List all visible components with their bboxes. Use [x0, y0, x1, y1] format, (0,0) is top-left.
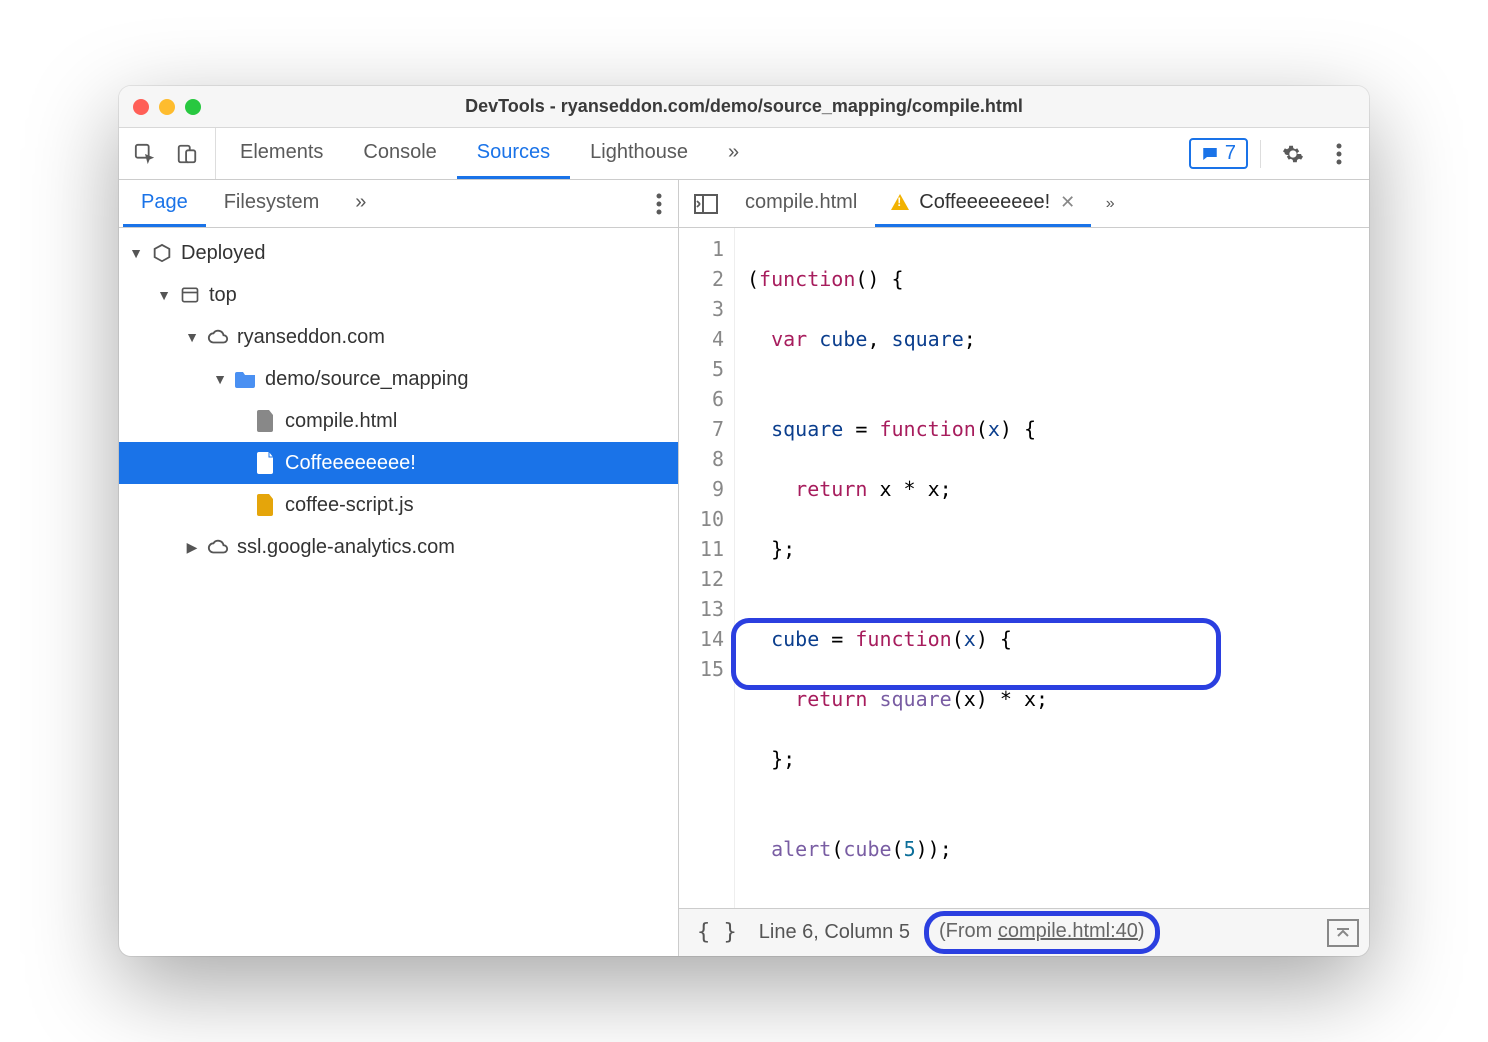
tree-label: compile.html [285, 410, 397, 433]
editor-tabs-overflow[interactable]: » [1093, 180, 1127, 227]
editor-tab-coffee[interactable]: Coffeeeeeeee! ✕ [875, 180, 1091, 227]
disclosure-triangle-icon: ▼ [185, 329, 199, 345]
source-origin-link[interactable]: compile.html:40 [998, 920, 1138, 942]
code-content[interactable]: (function() { var cube, square; square =… [735, 228, 1369, 908]
pretty-print-button[interactable]: { } [689, 920, 745, 945]
tree-file-compile-html[interactable]: compile.html [119, 400, 678, 442]
line-number: 4 [679, 324, 724, 354]
frame-icon [179, 284, 201, 306]
issues-badge[interactable]: 7 [1189, 138, 1248, 169]
device-toggle-icon[interactable] [167, 134, 207, 174]
warning-icon [891, 194, 909, 210]
file-icon [255, 410, 277, 432]
editor-tabstrip: compile.html Coffeeeeeeee! ✕ » [679, 180, 1369, 228]
from-suffix: ) [1138, 920, 1145, 942]
tree-label: ssl.google-analytics.com [237, 536, 455, 559]
cloud-icon [207, 536, 229, 558]
tree-file-coffee[interactable]: Coffeeeeeeee! [119, 442, 678, 484]
navigator-kebab-icon[interactable] [644, 180, 674, 227]
main-toolbar: Elements Console Sources Lighthouse » 7 [119, 128, 1369, 180]
toolbar-divider [1260, 140, 1261, 168]
line-number: 8 [679, 444, 724, 474]
tree-label: Deployed [181, 242, 266, 265]
tree-label: demo/source_mapping [265, 368, 468, 391]
editor-tab-label: Coffeeeeeeee! [919, 191, 1050, 214]
js-file-icon [255, 494, 277, 516]
line-number: 14 [679, 624, 724, 654]
editor-area: compile.html Coffeeeeeeee! ✕ » 1 2 3 4 5… [679, 180, 1369, 956]
navigator-tab-page[interactable]: Page [123, 180, 206, 227]
tree-label: ryanseddon.com [237, 326, 385, 349]
tree-file-coffee-script-js[interactable]: coffee-script.js [119, 484, 678, 526]
cursor-position: Line 6, Column 5 [759, 921, 910, 944]
tree-label: Coffeeeeeeee! [285, 452, 416, 475]
cube-icon [151, 242, 173, 264]
tab-console[interactable]: Console [343, 128, 456, 179]
tab-elements[interactable]: Elements [220, 128, 343, 179]
traffic-lights [133, 99, 201, 115]
line-number: 13 [679, 594, 724, 624]
tree-root-deployed[interactable]: ▼ Deployed [119, 232, 678, 274]
show-drawer-icon[interactable] [1327, 919, 1359, 947]
tab-sources[interactable]: Sources [457, 128, 570, 179]
line-number: 11 [679, 534, 724, 564]
settings-icon[interactable] [1273, 134, 1313, 174]
line-number: 6 [679, 384, 724, 414]
toggle-navigator-icon[interactable] [685, 180, 727, 227]
devtools-window: DevTools - ryanseddon.com/demo/source_ma… [119, 86, 1369, 956]
tabs-overflow-button[interactable]: » [708, 128, 759, 179]
line-number: 3 [679, 294, 724, 324]
tree-domain-ga[interactable]: ▶ ssl.google-analytics.com [119, 526, 678, 568]
window-title: DevTools - ryanseddon.com/demo/source_ma… [119, 96, 1369, 117]
tab-lighthouse[interactable]: Lighthouse [570, 128, 708, 179]
line-number: 10 [679, 504, 724, 534]
highlight-ring-from: (From compile.html:40) [924, 911, 1160, 954]
navigator-tab-filesystem[interactable]: Filesystem [206, 180, 338, 227]
line-number: 12 [679, 564, 724, 594]
minimize-window-button[interactable] [159, 99, 175, 115]
line-number: 5 [679, 354, 724, 384]
line-number: 9 [679, 474, 724, 504]
navigator-sidebar: Page Filesystem » ▼ Deployed ▼ [119, 180, 679, 956]
code-editor[interactable]: 1 2 3 4 5 6 7 8 9 10 11 12 13 14 15 (fun… [679, 228, 1369, 908]
close-window-button[interactable] [133, 99, 149, 115]
file-icon [255, 452, 277, 474]
tree-label: top [209, 284, 237, 307]
issues-icon [1201, 145, 1219, 163]
line-number: 15 [679, 654, 724, 684]
disclosure-triangle-icon: ▶ [185, 539, 199, 556]
issues-count: 7 [1225, 142, 1236, 165]
cloud-icon [207, 326, 229, 348]
disclosure-triangle-icon: ▼ [157, 287, 171, 303]
folder-icon [235, 368, 257, 390]
line-number: 2 [679, 264, 724, 294]
line-number: 1 [679, 234, 724, 264]
tree-frame-top[interactable]: ▼ top [119, 274, 678, 316]
close-tab-icon[interactable]: ✕ [1060, 192, 1075, 213]
inspect-element-icon[interactable] [125, 134, 165, 174]
line-gutter: 1 2 3 4 5 6 7 8 9 10 11 12 13 14 15 [679, 228, 735, 908]
tree-label: coffee-script.js [285, 494, 414, 517]
tree-folder[interactable]: ▼ demo/source_mapping [119, 358, 678, 400]
disclosure-triangle-icon: ▼ [129, 245, 143, 261]
editor-tab-label: compile.html [745, 191, 857, 214]
editor-tab-compile-html[interactable]: compile.html [729, 180, 873, 227]
window-titlebar: DevTools - ryanseddon.com/demo/source_ma… [119, 86, 1369, 128]
from-prefix: (From [939, 920, 998, 942]
panel-tabs: Elements Console Sources Lighthouse » [220, 128, 759, 179]
file-tree: ▼ Deployed ▼ top ▼ [119, 228, 678, 956]
line-number: 7 [679, 414, 724, 444]
navigator-tabs: Page Filesystem » [119, 180, 678, 228]
editor-statusbar: { } Line 6, Column 5 (From compile.html:… [679, 908, 1369, 956]
navigator-tabs-overflow[interactable]: » [337, 180, 384, 227]
zoom-window-button[interactable] [185, 99, 201, 115]
tree-domain-ryanseddon[interactable]: ▼ ryanseddon.com [119, 316, 678, 358]
disclosure-triangle-icon: ▼ [213, 371, 227, 387]
kebab-menu-icon[interactable] [1319, 134, 1359, 174]
